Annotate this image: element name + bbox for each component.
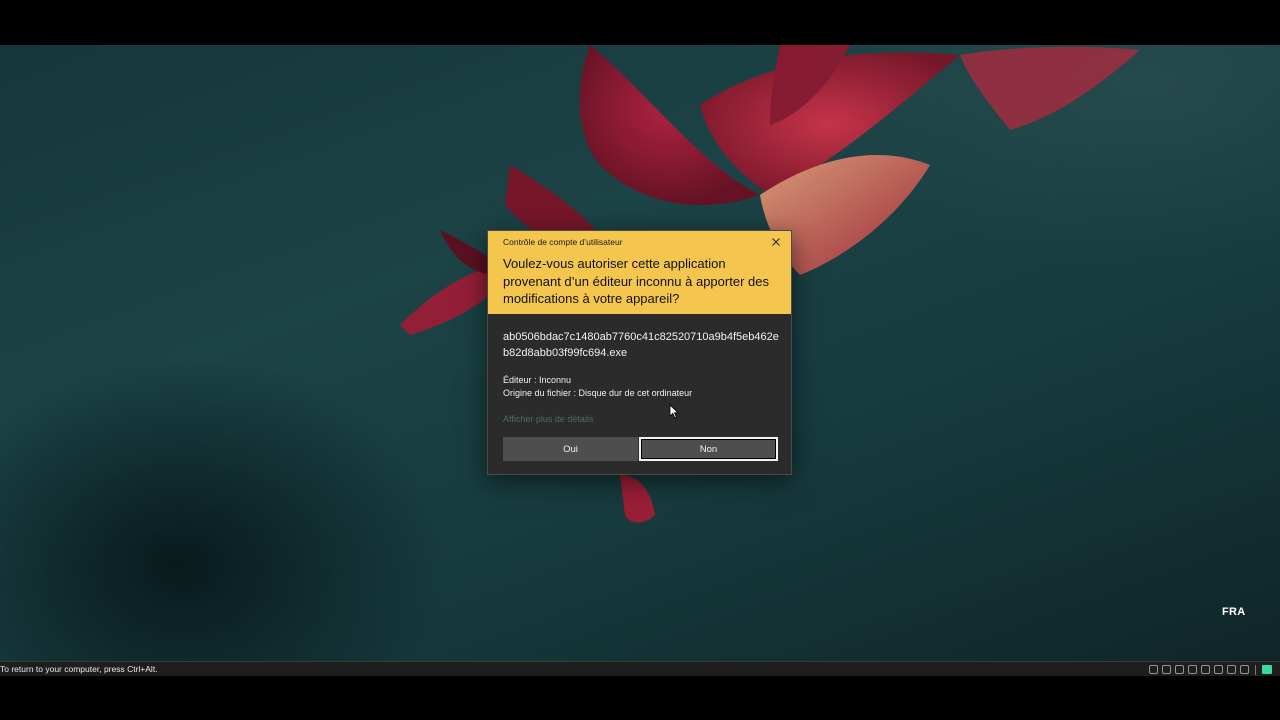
- yes-button[interactable]: Oui: [503, 437, 638, 461]
- uac-question: Voulez-vous autoriser cette application …: [503, 256, 769, 306]
- show-more-details-link[interactable]: Afficher plus de détails: [503, 414, 593, 424]
- uac-program-filename: ab0506bdac7c1480ab7760c41c82520710a9b4f5…: [503, 331, 779, 359]
- hard-disk-icon[interactable]: [1188, 665, 1197, 674]
- vm-status-bar: To return to your computer, press Ctrl+A…: [0, 661, 1280, 676]
- letterbox-top: [0, 0, 1280, 45]
- display-icon[interactable]: [1227, 665, 1236, 674]
- vm-release-hint: To return to your computer, press Ctrl+A…: [0, 664, 158, 674]
- no-button[interactable]: Non: [639, 437, 778, 461]
- uac-publisher: Éditeur : Inconnu: [503, 375, 572, 385]
- close-icon[interactable]: [769, 235, 783, 249]
- network-adapter-icon[interactable]: [1149, 665, 1158, 674]
- mouse-cursor-icon: [669, 404, 679, 424]
- sound-card-icon[interactable]: [1214, 665, 1223, 674]
- cd-drive-icon[interactable]: [1162, 665, 1171, 674]
- vm-message-icon[interactable]: [1262, 665, 1272, 674]
- uac-window-title: Contrôle de compte d’utilisateur: [503, 237, 623, 247]
- letterbox-bottom: [0, 676, 1280, 720]
- tray-separator: [1255, 664, 1256, 675]
- printer-icon[interactable]: [1201, 665, 1210, 674]
- uac-file-origin: Origine du fichier : Disque dur de cet o…: [503, 388, 693, 398]
- uac-dialog: Contrôle de compte d’utilisateur Voulez-…: [487, 230, 792, 475]
- language-indicator[interactable]: FRA: [1222, 606, 1246, 618]
- usb-icon[interactable]: [1175, 665, 1184, 674]
- uac-header: Contrôle de compte d’utilisateur Voulez-…: [488, 231, 791, 314]
- shared-folder-icon[interactable]: [1240, 665, 1249, 674]
- vm-device-tray: [1149, 664, 1272, 675]
